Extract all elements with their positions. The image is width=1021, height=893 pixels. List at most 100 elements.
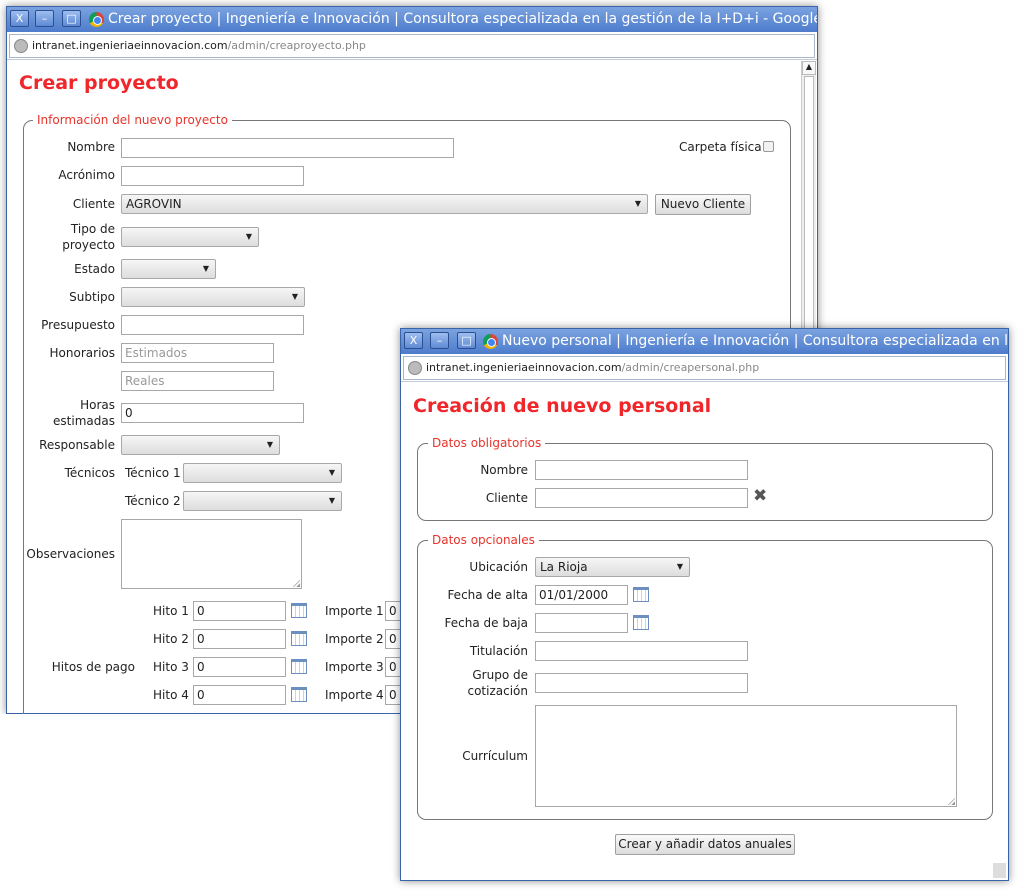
presupuesto-input[interactable] — [121, 315, 304, 335]
fecha-baja-input[interactable] — [535, 613, 628, 633]
tecnico-1-select[interactable] — [183, 463, 342, 483]
label-fecha-baja: Fecha de baja — [444, 616, 528, 630]
label-tecnico-2: Técnico 2 — [125, 494, 181, 508]
resize-grip[interactable] — [993, 863, 1006, 878]
url-path: /admin/creaproyecto.php — [227, 39, 366, 52]
grupo-cotizacion-input[interactable] — [535, 673, 748, 693]
label-tecnico-1: Técnico 1 — [125, 466, 181, 480]
label-tecnicos: Técnicos — [64, 466, 115, 480]
hito-input[interactable]: 0 — [193, 601, 286, 621]
label-responsable: Responsable — [39, 438, 115, 452]
importe-label: Importe 1 — [325, 604, 384, 618]
calendar-icon[interactable] — [633, 615, 649, 630]
label-grupo-1: Grupo de — [472, 668, 528, 682]
estado-select[interactable] — [121, 259, 216, 279]
label-horas-1: Horas — [80, 398, 115, 412]
label-curriculum: Currículum — [462, 749, 528, 763]
globe-icon — [14, 39, 28, 53]
label-presupuesto: Presupuesto — [41, 318, 115, 332]
importe-label: Importe 3 — [325, 660, 384, 674]
label-subtipo: Subtipo — [69, 290, 115, 304]
divider — [7, 59, 817, 60]
nuevo-cliente-button[interactable]: Nuevo Cliente — [655, 194, 751, 215]
tecnico-2-select[interactable] — [183, 491, 342, 511]
address-bar[interactable]: intranet.ingenieriaeinnovacion.com/admin… — [9, 34, 815, 58]
url-domain: intranet.ingenieriaeinnovacion.com — [32, 39, 228, 52]
desktop-background — [0, 714, 420, 893]
chrome-icon — [89, 12, 104, 27]
fieldset-legend: Datos obligatorios — [428, 437, 546, 450]
url-domain: intranet.ingenieriaeinnovacion.com — [426, 361, 622, 374]
label-cliente: Cliente — [72, 197, 115, 211]
label-cliente: Cliente — [485, 491, 528, 505]
nombre-input[interactable] — [535, 460, 748, 480]
maximize-button[interactable]: □ — [62, 10, 81, 27]
label-grupo-2: cotización — [467, 684, 528, 698]
honorarios-estimados-input[interactable]: Estimados — [121, 343, 274, 363]
label-fecha-alta: Fecha de alta — [447, 588, 528, 602]
label-hitos-pago: Hitos de pago — [51, 660, 135, 674]
label-horas-2: estimadas — [53, 414, 115, 428]
window-nuevo-personal: X – □ Nuevo personal | Ingeniería e Inno… — [400, 328, 1009, 881]
hito-label: Hito 1 — [153, 604, 189, 618]
url-path: /admin/creapersonal.php — [621, 361, 760, 374]
hito-input[interactable]: 0 — [193, 629, 286, 649]
fecha-alta-input[interactable]: 01/01/2000 — [535, 585, 628, 605]
label-titulacion: Titulación — [469, 644, 528, 658]
importe-label: Importe 2 — [325, 632, 384, 646]
label-tipo-proyecto-1: Tipo de — [70, 222, 115, 236]
subtipo-select[interactable] — [121, 287, 305, 307]
title-bar: X – □ Nuevo personal | Ingeniería e Inno… — [401, 329, 1008, 354]
label-ubicacion: Ubicación — [469, 560, 528, 574]
label-tipo-proyecto-2: proyecto — [62, 238, 115, 252]
curriculum-textarea[interactable] — [535, 705, 957, 807]
label-acronimo: Acrónimo — [58, 168, 115, 182]
page-title: Creación de nuevo personal — [413, 395, 712, 417]
divider — [401, 381, 1008, 382]
minimize-button[interactable]: – — [35, 10, 54, 27]
minimize-button[interactable]: – — [430, 332, 449, 349]
close-button[interactable]: X — [404, 332, 423, 349]
maximize-button[interactable]: □ — [457, 332, 476, 349]
title-bar: X – □ Crear proyecto | Ingeniería e Inno… — [7, 7, 817, 32]
window-title: Crear proyecto | Ingeniería e Innovación… — [108, 11, 817, 27]
page-title: Crear proyecto — [19, 72, 179, 94]
address-bar[interactable]: intranet.ingenieriaeinnovacion.com/admin… — [403, 356, 1006, 380]
label-honorarios: Honorarios — [49, 346, 115, 360]
hito-input[interactable]: 0 — [193, 685, 286, 705]
crear-datos-anuales-button[interactable]: Crear y añadir datos anuales — [615, 834, 795, 855]
carpeta-fisica-checkbox[interactable] — [763, 141, 774, 152]
calendar-icon[interactable] — [633, 587, 649, 602]
fieldset-datos-obligatorios — [417, 443, 993, 521]
titulacion-input[interactable] — [535, 641, 748, 661]
cliente-input[interactable] — [535, 488, 748, 508]
fieldset-legend: Datos opcionales — [428, 534, 539, 547]
honorarios-reales-input[interactable]: Reales — [121, 371, 274, 391]
clear-icon[interactable]: ✖ — [753, 486, 767, 506]
observaciones-textarea[interactable] — [121, 519, 302, 589]
calendar-icon[interactable] — [291, 687, 307, 702]
close-button[interactable]: X — [10, 10, 29, 27]
calendar-icon[interactable] — [291, 631, 307, 646]
scroll-up-arrow[interactable]: ▲ — [802, 61, 816, 75]
cliente-select[interactable]: AGROVIN — [121, 194, 648, 214]
calendar-icon[interactable] — [291, 659, 307, 674]
ubicacion-select[interactable]: La Rioja — [535, 557, 690, 577]
label-estado: Estado — [74, 262, 115, 276]
label-nombre: Nombre — [67, 140, 115, 154]
acronimo-input[interactable] — [121, 166, 304, 186]
label-nombre: Nombre — [480, 463, 528, 477]
importe-label: Importe 4 — [325, 688, 384, 702]
hito-label: Hito 3 — [153, 660, 189, 674]
window-title: Nuevo personal | Ingeniería e Innovación… — [502, 333, 1008, 349]
label-observaciones: Observaciones — [26, 547, 115, 561]
calendar-icon[interactable] — [291, 603, 307, 618]
hito-input[interactable]: 0 — [193, 657, 286, 677]
horas-estimadas-input[interactable]: 0 — [121, 403, 304, 423]
globe-icon — [408, 361, 422, 375]
tipo-proyecto-select[interactable] — [121, 227, 259, 247]
label-carpeta-fisica: Carpeta física — [679, 140, 762, 154]
nombre-input[interactable] — [121, 138, 454, 158]
hito-label: Hito 2 — [153, 632, 189, 646]
responsable-select[interactable] — [121, 435, 280, 455]
